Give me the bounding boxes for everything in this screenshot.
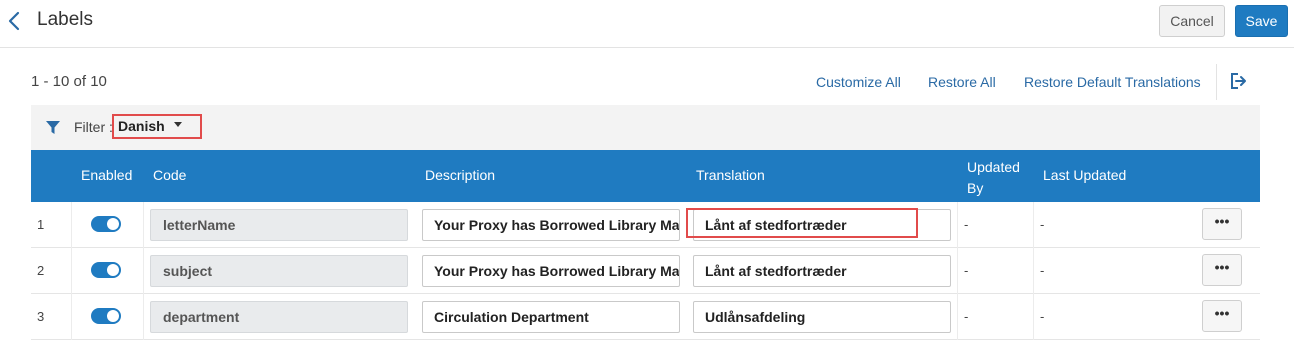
row-actions-button[interactable]: ••• [1202,254,1242,286]
translation-highlight-box [686,208,918,238]
last-updated-value: - [1040,309,1045,324]
column-header-enabled: Enabled [81,167,133,183]
enabled-toggle[interactable] [91,262,121,278]
column-header-last-updated: Last Updated [1043,167,1127,183]
code-field: letterName [150,209,408,241]
caret-down-icon [174,122,182,127]
cell-divider [957,202,958,248]
language-filter-value: Danish [118,118,165,134]
toolbar-divider [1216,64,1217,100]
cell-divider [957,294,958,340]
translation-input[interactable]: Udlånsafdeling [693,301,951,333]
cell-divider [143,248,144,294]
cell-divider [1033,202,1034,248]
page-header: Labels Cancel Save [0,0,1294,48]
cell-divider [1033,294,1034,340]
cancel-button[interactable]: Cancel [1159,5,1225,37]
code-field: subject [150,255,408,287]
table-row: 2 subject Your Proxy has Borrowed Librar… [31,248,1260,294]
restore-all-link[interactable]: Restore All [928,74,996,90]
page-title: Labels [37,9,93,30]
filter-bar: Filter : Danish [31,105,1260,150]
column-header-code: Code [153,167,187,183]
language-filter-select[interactable]: Danish [112,114,202,139]
column-header-description: Description [425,167,496,183]
results-count: 1 - 10 of 10 [31,73,107,90]
row-number: 1 [37,217,45,232]
column-header-translation: Translation [696,167,765,183]
column-header-updated-by-line1: Updated [967,159,1020,175]
save-button[interactable]: Save [1235,5,1288,37]
updated-by-value: - [964,309,969,324]
cell-divider [957,248,958,294]
row-number: 3 [37,309,45,324]
restore-default-translations-link[interactable]: Restore Default Translations [1024,74,1201,90]
table-row: 1 letterName Your Proxy has Borrowed Lib… [31,202,1260,248]
cell-divider [143,202,144,248]
row-actions-button[interactable]: ••• [1202,300,1242,332]
table-header: Enabled Code Description Translation Upd… [31,150,1260,202]
row-actions-button[interactable]: ••• [1202,208,1242,240]
description-input[interactable]: Your Proxy has Borrowed Library Mate [422,209,680,241]
export-icon[interactable] [1229,72,1247,90]
cell-divider [71,248,72,294]
cell-divider [71,202,72,248]
enabled-toggle[interactable] [91,216,121,232]
updated-by-value: - [964,217,969,232]
last-updated-value: - [1040,263,1045,278]
translation-input[interactable]: Lånt af stedfortræder [693,255,951,287]
updated-by-value: - [964,263,969,278]
table-row: 3 department Circulation Department Udlå… [31,294,1260,340]
enabled-toggle[interactable] [91,308,121,324]
customize-all-link[interactable]: Customize All [816,74,901,90]
last-updated-value: - [1040,217,1045,232]
filter-icon [46,121,60,134]
filter-label: Filter : [74,119,113,135]
chevron-left-icon[interactable] [6,10,22,32]
cell-divider [143,294,144,340]
cell-divider [71,294,72,340]
column-header-updated-by-line2: By [967,180,984,196]
code-field: department [150,301,408,333]
description-input[interactable]: Circulation Department [422,301,680,333]
cell-divider [1033,248,1034,294]
description-input[interactable]: Your Proxy has Borrowed Library Mate [422,255,680,287]
row-number: 2 [37,263,45,278]
column-header-updated-by: Updated By [967,157,1020,199]
